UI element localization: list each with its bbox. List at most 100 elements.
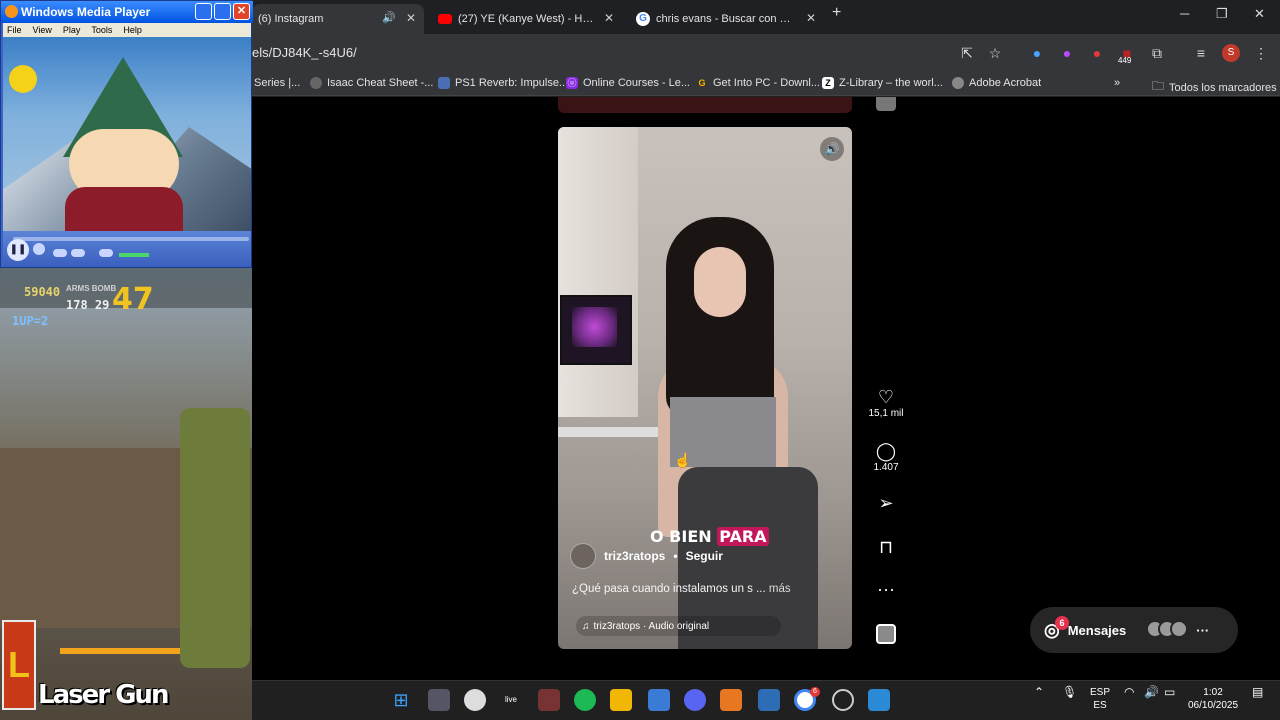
bookmark-item[interactable]: Isaac Cheat Sheet -...: [310, 77, 433, 89]
clock[interactable]: 1:02 06/10/2025: [1188, 686, 1238, 712]
menu-help[interactable]: Help: [123, 25, 142, 35]
close-tab-icon[interactable]: ✕: [806, 11, 816, 25]
tray-chevron-icon[interactable]: ⌃: [1034, 686, 1044, 699]
discord-icon[interactable]: [684, 689, 706, 711]
app-icon[interactable]: [832, 689, 854, 711]
speaker-icon[interactable]: 🔊: [382, 11, 396, 24]
more-bookmarks-button[interactable]: »: [1114, 77, 1120, 89]
new-tab-button[interactable]: +: [832, 4, 841, 22]
author-name[interactable]: triz3ratops: [604, 549, 665, 563]
extension-blue-icon[interactable]: ●: [1028, 44, 1046, 62]
more-link[interactable]: más: [769, 583, 791, 595]
microphone-icon[interactable]: 🎙: [1062, 686, 1077, 699]
spotify-icon[interactable]: [574, 689, 596, 711]
bookmark-star-icon[interactable]: ☆: [986, 44, 1004, 62]
comment-icon[interactable]: ◯: [866, 440, 906, 462]
restore-button[interactable]: ❐: [1216, 6, 1228, 22]
tab-youtube[interactable]: (27) YE (Kanye West) - Heil Hitl ✕: [436, 4, 622, 34]
message-avatars: [1146, 619, 1189, 641]
video-frame[interactable]: [3, 37, 251, 231]
all-bookmarks[interactable]: 🗀 Todos los marcadores: [1152, 77, 1277, 98]
language-indicator[interactable]: ESP ES: [1090, 686, 1110, 712]
more-options[interactable]: ···: [866, 578, 906, 600]
app-icon[interactable]: [428, 689, 450, 711]
install-app-icon[interactable]: ⇱: [958, 44, 976, 62]
share-action[interactable]: ➢: [866, 492, 906, 514]
language-code: ESP: [1090, 687, 1111, 698]
volume-slider[interactable]: [119, 253, 149, 257]
maximize-button[interactable]: [214, 3, 231, 20]
close-tab-icon[interactable]: ✕: [604, 11, 614, 25]
close-tab-icon[interactable]: ✕: [406, 11, 416, 25]
previous-reel[interactable]: [558, 97, 852, 113]
extensions-puzzle-icon[interactable]: ⧉: [1148, 44, 1166, 62]
bookmark-item[interactable]: PS1 Reverb: Impulse...: [438, 77, 568, 89]
extension-purple-icon[interactable]: ●: [1058, 44, 1076, 62]
previous-button[interactable]: [53, 249, 67, 257]
record-icon[interactable]: ●: [1088, 44, 1106, 62]
battery-icon[interactable]: ▭: [1164, 686, 1175, 699]
sound-toggle-icon[interactable]: 🔊: [820, 137, 844, 161]
close-button[interactable]: ✕: [233, 3, 250, 20]
bookmark-item[interactable]: G Get Into PC - Downl...: [696, 77, 820, 89]
live-app-icon[interactable]: live: [500, 689, 522, 711]
menu-file[interactable]: File: [7, 25, 22, 35]
follow-button[interactable]: Seguir: [686, 549, 723, 563]
bookmark-item[interactable]: Z Z-Library – the worl...: [822, 77, 943, 89]
wmp-titlebar[interactable]: Windows Media Player ✕: [1, 1, 253, 23]
address-bar[interactable]: els/DJ84K_-s4U6/: [252, 45, 357, 60]
dot-separator: •: [673, 549, 678, 563]
minimize-button[interactable]: [195, 3, 212, 20]
bookmark-label: PS1 Reverb: Impulse...: [455, 77, 569, 89]
volume-icon[interactable]: 🔊: [1144, 686, 1159, 699]
comment-action[interactable]: ◯ 1.407: [866, 440, 906, 473]
app-icon[interactable]: [868, 689, 890, 711]
audio-info[interactable]: ♫ triz3ratops · Audio original: [576, 616, 781, 636]
enemy-soldiers: [180, 408, 250, 668]
file-explorer-icon[interactable]: [610, 689, 632, 711]
bookmark-item[interactable]: Adobe Acrobat: [952, 77, 1041, 89]
previous-reel-thumb[interactable]: [876, 97, 896, 111]
mute-button[interactable]: [99, 249, 113, 257]
like-action[interactable]: ♡ 15,1 mil: [866, 386, 906, 419]
arms-label: ARMS BOMB: [66, 284, 117, 293]
bookmark-icon[interactable]: ⊓: [866, 536, 906, 558]
pause-button[interactable]: ❚❚: [7, 239, 29, 261]
laser-beam: [60, 648, 180, 654]
tab-instagram[interactable]: (6) Instagram 🔊 ✕: [252, 4, 424, 34]
seek-bar[interactable]: [13, 237, 249, 241]
tab-strip: (6) Instagram 🔊 ✕ (27) YE (Kanye West) -…: [252, 0, 1280, 34]
clock-app-icon[interactable]: [464, 689, 486, 711]
tab-google[interactable]: G chris evans - Buscar con Google ✕: [634, 4, 824, 34]
save-action[interactable]: ⊓: [866, 536, 906, 558]
notepad-icon[interactable]: [648, 689, 670, 711]
tab-label: (27) YE (Kanye West) - Heil Hitl: [458, 13, 598, 25]
app-icon[interactable]: [758, 689, 780, 711]
media-control-icon[interactable]: ≡: [1192, 44, 1210, 62]
menu-tools[interactable]: Tools: [91, 25, 112, 35]
heart-icon[interactable]: ♡: [866, 386, 906, 408]
messages-button[interactable]: ◎ 6 Mensajes ···: [1030, 607, 1238, 653]
profile-avatar[interactable]: S: [1222, 44, 1240, 62]
bookmark-item[interactable]: Series |...: [254, 77, 300, 89]
reel-video[interactable]: 🔊 O BIEN PARA triz3ratops • Seguir ¿Qué …: [558, 127, 852, 649]
menu-view[interactable]: View: [33, 25, 52, 35]
send-icon[interactable]: ➢: [866, 492, 906, 514]
minimize-button[interactable]: ─: [1180, 6, 1189, 21]
audio-thumbnail[interactable]: [876, 624, 896, 644]
stop-button[interactable]: [33, 243, 45, 255]
next-button[interactable]: [71, 249, 85, 257]
author-avatar[interactable]: [570, 543, 596, 569]
wifi-icon[interactable]: ◠: [1124, 686, 1134, 699]
windows-start-icon[interactable]: ⊞: [390, 689, 412, 711]
more-dots-icon[interactable]: ···: [866, 578, 906, 600]
app-icon[interactable]: [720, 689, 742, 711]
game-app-icon[interactable]: [538, 689, 560, 711]
bookmark-item[interactable]: ⓤ Online Courses - Le...: [566, 77, 690, 89]
getintopc-icon: G: [698, 78, 706, 88]
bookmark-label: Get Into PC - Downl...: [713, 77, 820, 89]
menu-dots-icon[interactable]: ⋮: [1252, 44, 1270, 62]
menu-play[interactable]: Play: [63, 25, 81, 35]
notification-icon[interactable]: ▤: [1252, 686, 1263, 699]
close-window-button[interactable]: ✕: [1254, 6, 1265, 22]
